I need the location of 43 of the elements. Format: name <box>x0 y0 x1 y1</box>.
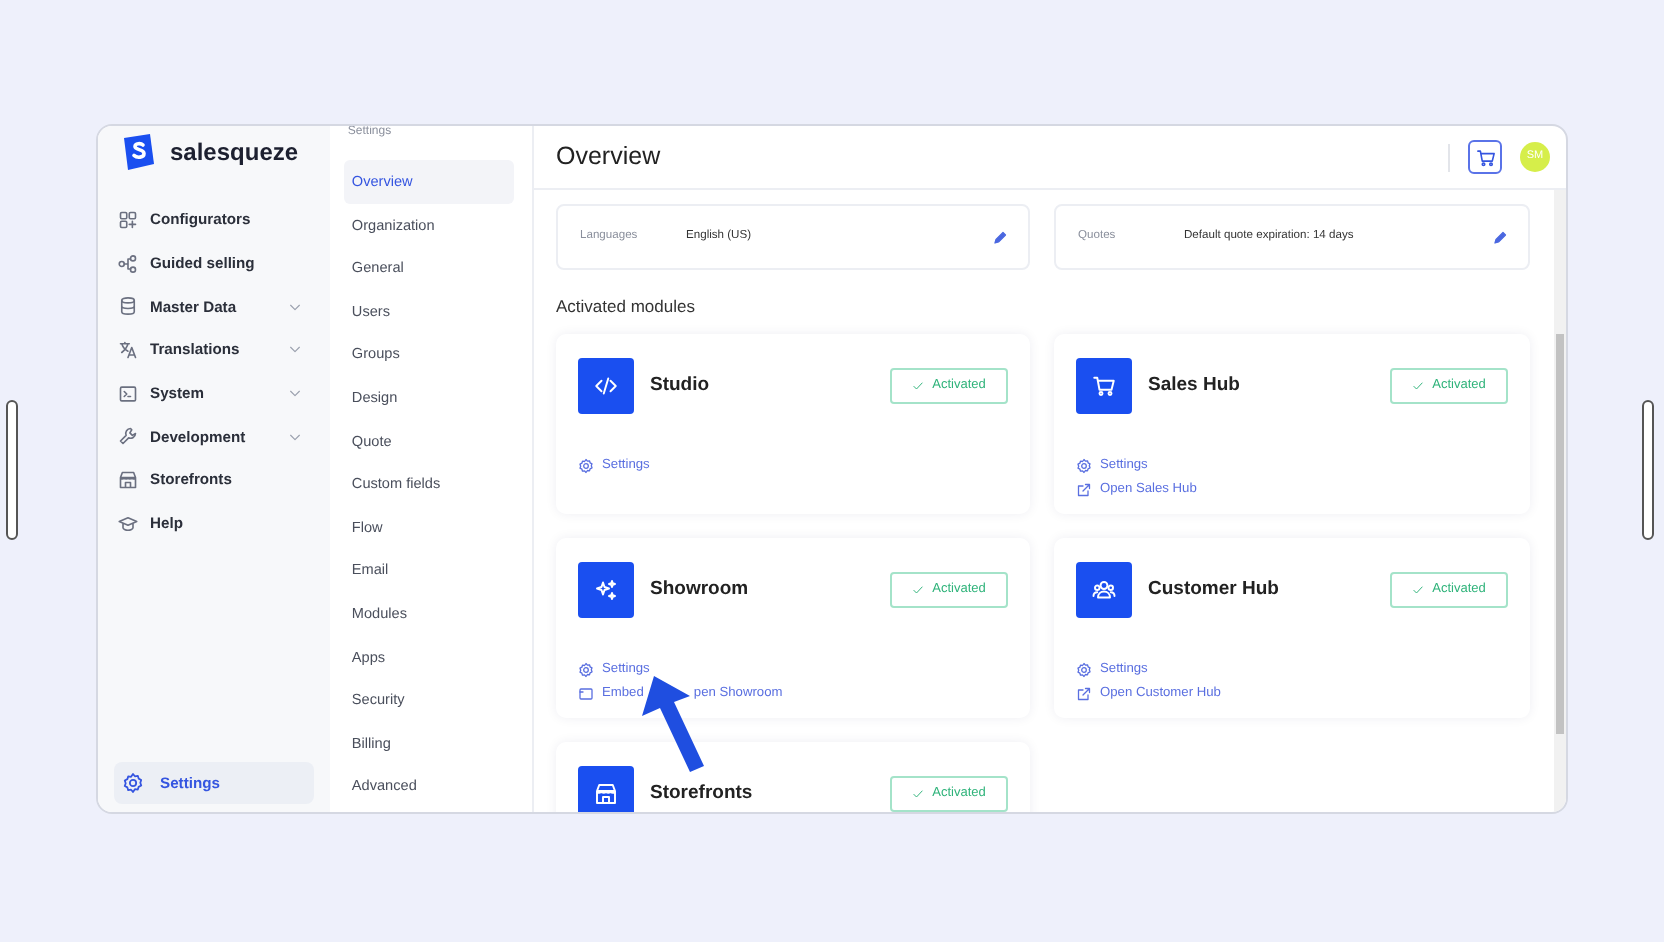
settings-icon <box>122 772 144 794</box>
cart-icon <box>1092 373 1116 398</box>
module-name: Customer Hub <box>1148 575 1281 604</box>
scrollbar[interactable] <box>1554 190 1566 812</box>
module-name: Sales Hub <box>1148 371 1242 400</box>
edit-icon <box>992 229 1008 245</box>
terminal-icon <box>118 383 138 404</box>
store-icon <box>594 781 618 806</box>
settings-icon <box>1076 457 1092 474</box>
settings-icon <box>578 457 594 474</box>
settings-icon <box>1076 661 1092 678</box>
users-icon <box>1092 577 1116 602</box>
scrollbar-thumb[interactable] <box>1556 334 1564 734</box>
module-name: Showroom <box>650 575 751 604</box>
brand-name: salesqueze <box>170 136 299 170</box>
sparkles-icon <box>594 577 618 602</box>
check-icon <box>1412 583 1425 596</box>
database-icon <box>118 296 138 317</box>
code-icon <box>594 373 618 398</box>
module-name: Storefronts <box>650 779 755 808</box>
check-icon <box>912 583 925 596</box>
resize-handle[interactable] <box>1642 400 1654 540</box>
cart-button[interactable] <box>1468 140 1502 174</box>
graduation-cap-icon <box>118 513 138 534</box>
grid-icon <box>118 209 138 230</box>
cart-icon <box>1475 147 1495 167</box>
translate-icon <box>118 339 138 360</box>
logo-icon <box>118 132 158 172</box>
page-title: Overview <box>556 140 663 175</box>
section-title: Activated modules <box>556 294 697 320</box>
wrench-icon <box>118 426 138 447</box>
check-icon <box>1412 379 1425 392</box>
share-nodes-icon <box>118 253 138 274</box>
external-link-icon <box>1076 685 1092 702</box>
module-name: Studio <box>650 371 712 400</box>
window-icon <box>578 685 594 702</box>
resize-handle[interactable] <box>6 400 18 540</box>
settings-icon <box>578 661 594 678</box>
check-icon <box>912 787 925 800</box>
store-icon <box>118 469 138 490</box>
check-icon <box>912 379 925 392</box>
external-link-icon <box>1076 481 1092 498</box>
edit-icon <box>1492 229 1508 245</box>
